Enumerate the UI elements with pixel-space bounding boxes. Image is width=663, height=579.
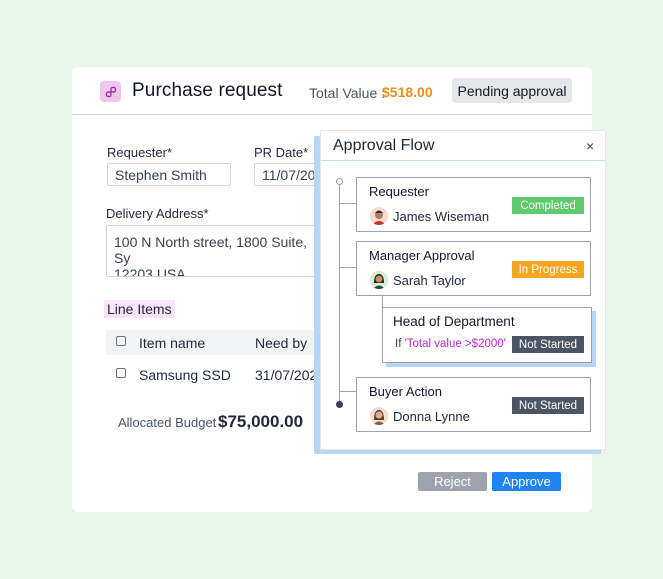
address-line-1: 100 N North street, 1800 Suite, Sy (114, 234, 307, 266)
timeline-branch (339, 203, 356, 204)
step-title: Head of Department (393, 314, 515, 329)
step-title: Buyer Action (369, 384, 442, 399)
avatar (370, 271, 388, 289)
step-person: Donna Lynne (393, 409, 470, 424)
status-badge: Not Started (512, 397, 584, 414)
panel-header: Approval Flow × (321, 131, 605, 161)
step-manager-approval[interactable]: Manager Approval Sarah Taylor In Progres… (356, 241, 591, 296)
link-icon (100, 81, 121, 102)
timeline-branch (339, 267, 356, 268)
step-person: Sarah Taylor (393, 273, 466, 288)
delivery-address-label: Delivery Address* (106, 206, 209, 221)
select-all-checkbox[interactable] (116, 336, 126, 346)
status-badge: Pending approval (452, 78, 572, 103)
avatar (370, 207, 388, 225)
total-value: $518.00 (382, 84, 433, 100)
approval-flow-panel: Approval Flow × Requester James Wiseman … (320, 130, 606, 450)
status-badge: Completed (512, 197, 584, 214)
timeline-branch (339, 391, 356, 392)
timeline-end-dot (336, 401, 343, 408)
delivery-address-field[interactable]: 100 N North street, 1800 Suite, Sy 12203… (106, 225, 326, 277)
condition-expression: 'Total value >$2000' (404, 338, 506, 350)
allocated-budget-label: Allocated Budget (118, 415, 217, 430)
step-buyer-action[interactable]: Buyer Action Donna Lynne Not Started (356, 377, 591, 432)
panel-title: Approval Flow (333, 137, 435, 154)
timeline-start-dot (336, 178, 343, 185)
step-requester[interactable]: Requester James Wiseman Completed (356, 177, 591, 232)
requester-label: Requester* (107, 145, 173, 160)
row-checkbox[interactable] (116, 368, 126, 378)
requester-field[interactable]: Stephen Smith (107, 163, 231, 186)
step-title: Manager Approval (369, 248, 475, 263)
address-line-2: 12203,USA (114, 266, 186, 277)
card-header: Purchase request Total Value : $518.00 P… (72, 67, 592, 115)
page-title: Purchase request (132, 80, 283, 101)
line-items-title: Line Items (104, 300, 175, 318)
total-value-label: Total Value : (309, 85, 386, 101)
avatar (370, 407, 388, 425)
column-header-item-name: Item name (139, 335, 206, 351)
approve-button[interactable]: Approve (492, 472, 561, 491)
table-cell-need-by: 31/07/202 (255, 367, 318, 383)
table-cell-item: Samsung SSD (139, 367, 231, 383)
allocated-budget-value: $75,000.00 (218, 412, 304, 431)
close-icon[interactable]: × (586, 138, 594, 154)
reject-button[interactable]: Reject (418, 472, 487, 491)
sub-step-connector (382, 295, 383, 307)
status-badge: In Progress (512, 261, 584, 278)
step-condition: If 'Total value >$2000' (395, 338, 506, 350)
step-head-of-department[interactable]: Head of Department If 'Total value >$200… (382, 307, 592, 363)
status-badge: Not Started (512, 336, 584, 353)
step-person: James Wiseman (393, 209, 490, 224)
step-title: Requester (369, 184, 429, 199)
timeline-line (339, 181, 340, 405)
pr-date-label: PR Date* (254, 145, 309, 160)
column-header-need-by: Need by (255, 335, 308, 351)
condition-prefix: If (395, 338, 402, 350)
